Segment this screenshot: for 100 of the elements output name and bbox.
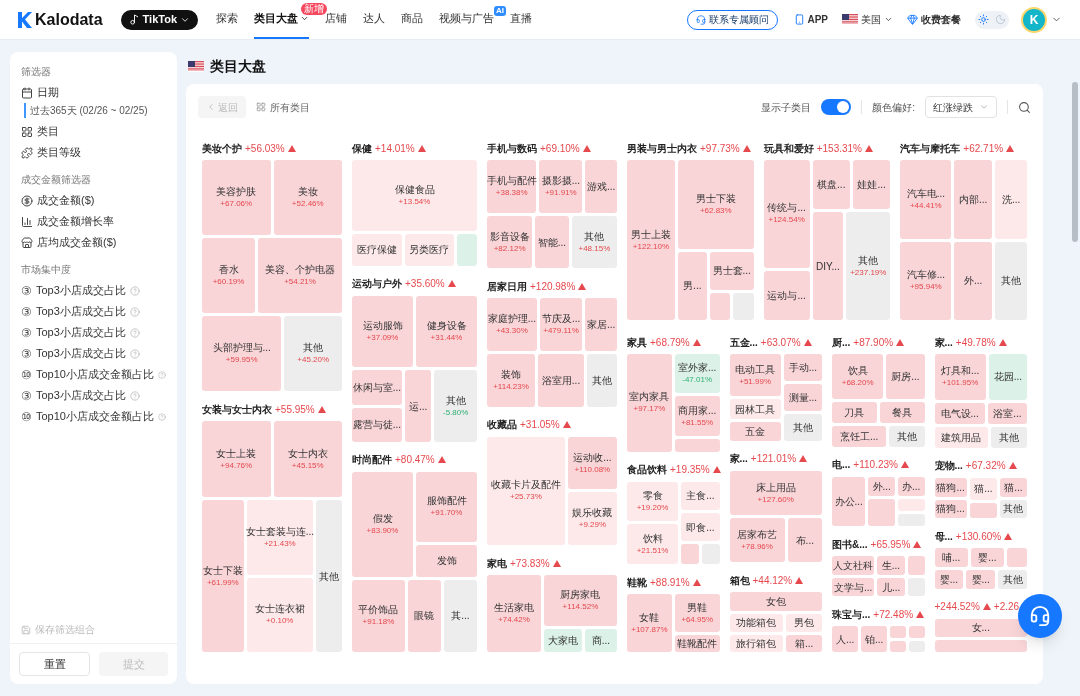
help-icon[interactable] bbox=[158, 369, 166, 380]
treemap-tile[interactable] bbox=[969, 502, 997, 519]
treemap-tile[interactable]: 其他 bbox=[586, 354, 617, 407]
treemap-tile[interactable]: 外... bbox=[954, 241, 993, 320]
treemap-tile[interactable]: 娱乐收藏 +9.29% bbox=[567, 492, 617, 546]
help-icon[interactable] bbox=[129, 306, 140, 317]
treemap-tile[interactable]: 保健食品 +13.54% bbox=[352, 160, 477, 231]
treemap-tile[interactable] bbox=[890, 626, 906, 638]
treemap-tile[interactable] bbox=[674, 438, 720, 452]
treemap-tile[interactable] bbox=[457, 233, 477, 266]
treemap-tile[interactable]: 其他 bbox=[991, 426, 1027, 448]
treemap-tile[interactable]: 医疗保健 bbox=[352, 233, 402, 266]
nav-tab[interactable]: 店铺 bbox=[325, 0, 347, 39]
filter-item[interactable]: ③ Top3小店成交占比 bbox=[21, 388, 166, 403]
region-dropdown[interactable]: 美国 bbox=[842, 12, 893, 27]
treemap-tile[interactable]: 运动与... bbox=[763, 270, 810, 320]
filter-item[interactable]: ③ Top3小店成交占比 bbox=[21, 283, 166, 298]
treemap-tile[interactable]: 浴室用... bbox=[538, 354, 584, 407]
treemap-tile[interactable]: 饮料 +21.51% bbox=[627, 524, 679, 565]
treemap-tile[interactable]: 哺... bbox=[934, 548, 968, 567]
category-title[interactable]: 家... bbox=[729, 451, 748, 467]
breadcrumb[interactable]: 所有类目 bbox=[270, 99, 310, 115]
treemap-tile[interactable]: 平价饰品 +91.18% bbox=[352, 579, 405, 652]
treemap-tile[interactable]: 女... bbox=[934, 618, 1027, 637]
treemap-tile[interactable]: 厨房家电 +114.52% bbox=[543, 575, 617, 626]
filter-item[interactable]: ⑩ Top10小店成交金额占比 bbox=[21, 409, 166, 424]
treemap-tile[interactable]: 女士内衣 +45.15% bbox=[273, 421, 342, 497]
category-title[interactable]: 五金... bbox=[729, 334, 758, 350]
treemap-tile[interactable]: 女士上装 +94.76% bbox=[202, 421, 271, 497]
treemap-tile[interactable]: 其他 bbox=[889, 426, 925, 447]
treemap-tile[interactable]: 其他 +45.20% bbox=[284, 316, 342, 391]
filter-item[interactable]: 成交金额增长率 bbox=[21, 214, 166, 229]
filter-item[interactable]: ③ Top3小店成交占比 bbox=[21, 304, 166, 319]
treemap-tile[interactable]: 美容、个护电器 +54.21% bbox=[258, 238, 342, 313]
category-title[interactable]: 居家日用 bbox=[487, 278, 527, 294]
treemap-tile[interactable]: 洗... bbox=[995, 160, 1027, 239]
treemap-tile[interactable]: 花园... bbox=[988, 354, 1027, 400]
category-title[interactable]: 食品饮料 bbox=[627, 462, 667, 477]
category-title[interactable]: 鞋靴 bbox=[627, 574, 647, 590]
nav-tab[interactable]: 商品 bbox=[401, 0, 423, 39]
treemap-tile[interactable]: 家庭护理... +43.30% bbox=[487, 298, 537, 352]
nav-tab[interactable]: 直播 bbox=[510, 0, 532, 39]
treemap-tile[interactable]: 美容护肤 +67.06% bbox=[202, 160, 271, 235]
help-icon[interactable] bbox=[158, 411, 166, 422]
treemap-tile[interactable]: 休闲与室... bbox=[352, 370, 402, 405]
filter-item[interactable]: 店均成交金额($) bbox=[21, 235, 166, 250]
help-icon[interactable] bbox=[129, 285, 140, 296]
category-title[interactable]: 玩具和爱好 bbox=[763, 140, 814, 156]
treemap-tile[interactable]: 眼镜 bbox=[407, 579, 441, 652]
category-title[interactable]: 珠宝与... bbox=[832, 606, 871, 622]
treemap-tile[interactable]: 其他 bbox=[995, 241, 1027, 320]
theme-toggle[interactable] bbox=[975, 10, 1009, 29]
treemap-tile[interactable]: 猫... bbox=[999, 477, 1027, 497]
treemap-tile[interactable]: 女鞋 +107.87% bbox=[627, 594, 672, 652]
treemap-tile[interactable]: 女士下装 +61.99% bbox=[202, 500, 244, 652]
treemap-tile[interactable]: 铂... bbox=[861, 626, 888, 652]
treemap-tile[interactable]: 女包 bbox=[729, 592, 822, 612]
color-pref-select[interactable]: 红涨绿跌 bbox=[925, 96, 997, 118]
treemap-tile[interactable]: 收藏卡片及配件 +25.73% bbox=[487, 436, 565, 546]
treemap-tile[interactable]: 其他 -5.80% bbox=[434, 370, 477, 442]
category-title[interactable]: 手机与数码 bbox=[487, 140, 537, 156]
treemap-tile[interactable]: 其他 +237.19% bbox=[846, 212, 891, 320]
treemap-tile[interactable]: 人... bbox=[832, 626, 859, 652]
treemap-tile[interactable]: 大家电 bbox=[543, 628, 582, 652]
treemap-tile[interactable]: 游戏... bbox=[585, 160, 617, 213]
treemap-tile[interactable]: 汽车修... +95.94% bbox=[900, 241, 952, 320]
treemap-tile[interactable]: 室外家... -47.01% bbox=[674, 354, 720, 394]
treemap-tile[interactable]: 运动收... +110.08% bbox=[567, 436, 617, 490]
show-subcategory-switch[interactable] bbox=[821, 99, 852, 115]
treemap-tile[interactable]: 假发 +83.90% bbox=[352, 471, 413, 577]
date-range-value[interactable]: 过去365天 (02/26 ~ 02/25) bbox=[24, 103, 166, 118]
treemap-tile[interactable]: 男士上装 +122.10% bbox=[627, 160, 675, 320]
treemap-tile[interactable]: 男士下装 +62.83% bbox=[677, 160, 754, 249]
help-icon[interactable] bbox=[129, 327, 140, 338]
filter-item[interactable]: 成交金额($) bbox=[21, 193, 166, 208]
treemap-tile[interactable]: 棋盘... bbox=[812, 160, 850, 210]
category-title[interactable]: 家... bbox=[934, 334, 953, 350]
treemap-tile[interactable]: 厨房... bbox=[886, 354, 925, 400]
treemap-tile[interactable]: DIY... bbox=[812, 212, 844, 320]
treemap-tile[interactable]: 智能... bbox=[535, 215, 569, 269]
filter-item[interactable]: 类目等级 bbox=[21, 145, 166, 160]
brand-name[interactable]: Kalodata bbox=[35, 7, 103, 32]
treemap-tile[interactable]: 生... bbox=[877, 556, 905, 575]
treemap-tile[interactable]: 居家布艺 +78.96% bbox=[729, 518, 785, 563]
treemap-tile[interactable]: 主食... bbox=[681, 481, 720, 510]
treemap-tile[interactable]: 传统与... +124.54% bbox=[763, 160, 810, 268]
platform-dropdown[interactable]: TikTok bbox=[120, 9, 198, 30]
nav-tab[interactable]: 视频与广告 bbox=[439, 0, 494, 39]
treemap-tile[interactable]: 猫... bbox=[969, 477, 997, 500]
category-title[interactable]: 宠物... bbox=[934, 458, 963, 474]
treemap-tile[interactable] bbox=[907, 556, 925, 575]
treemap-tile[interactable]: 手动... bbox=[783, 354, 822, 381]
category-title[interactable]: 家电 bbox=[487, 555, 507, 571]
category-title[interactable]: 母... bbox=[934, 528, 953, 544]
treemap-tile[interactable]: 汽车电... +44.41% bbox=[900, 160, 952, 239]
treemap-tile[interactable]: 箱... bbox=[786, 634, 822, 652]
app-link[interactable]: APP bbox=[794, 12, 828, 27]
treemap-tile[interactable]: 零食 +19.20% bbox=[627, 481, 679, 522]
treemap-tile[interactable]: 室内家具 +97.17% bbox=[627, 354, 672, 452]
treemap-tile[interactable]: 发饰 bbox=[416, 544, 477, 577]
